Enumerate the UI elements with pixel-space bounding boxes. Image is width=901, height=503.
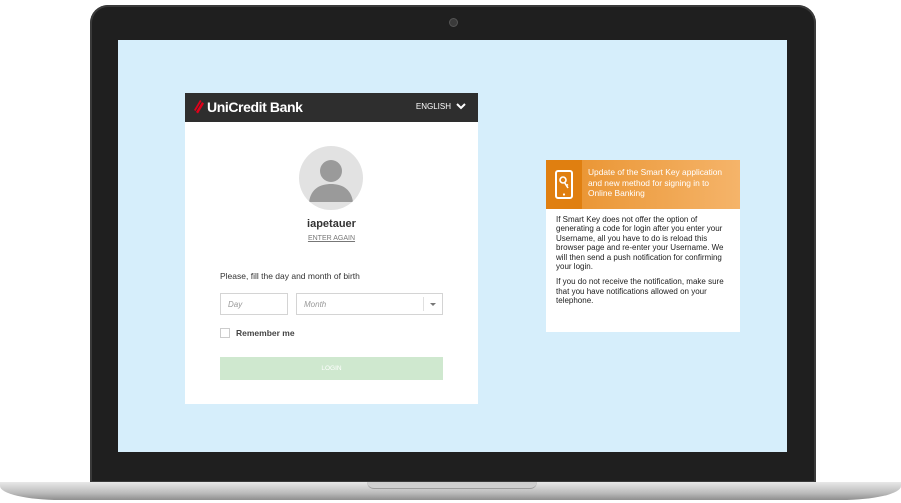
info-card: Update of the Smart Key application and …	[546, 160, 740, 332]
smart-key-icon-box	[546, 160, 582, 209]
remember-me[interactable]: Remember me	[220, 328, 295, 338]
user-icon	[309, 160, 353, 202]
select-divider	[423, 297, 424, 311]
month-select[interactable]: Month	[296, 293, 443, 315]
enter-again-link[interactable]: ENTER AGAIN	[185, 235, 478, 242]
login-button[interactable]: LOGIN	[220, 357, 443, 380]
unicredit-logo-icon	[194, 100, 204, 114]
remember-label: Remember me	[236, 328, 295, 338]
info-header: Update of the Smart Key application and …	[546, 160, 740, 209]
caret-down-icon	[430, 303, 436, 306]
remember-checkbox[interactable]	[220, 328, 230, 338]
day-placeholder: Day	[228, 300, 243, 309]
info-title: Update of the Smart Key application and …	[588, 167, 723, 198]
language-label: ENGLISH	[415, 102, 451, 111]
language-selector[interactable]: ENGLISH	[416, 102, 466, 111]
day-input[interactable]: Day	[220, 293, 288, 315]
month-placeholder: Month	[304, 300, 327, 309]
login-panel: UniCredit Bank ENGLISH iapetauer ENTER A…	[185, 93, 478, 404]
brand-logo[interactable]: UniCredit Bank	[194, 99, 303, 115]
laptop-base-notch	[367, 482, 537, 489]
dob-label: Please, fill the day and month of birth	[220, 271, 360, 281]
brand-name: UniCredit Bank	[207, 99, 303, 115]
avatar	[299, 146, 363, 210]
info-paragraph-1: If Smart Key does not offer the option o…	[556, 215, 724, 272]
panel-header: UniCredit Bank ENGLISH	[185, 93, 478, 122]
info-paragraph-2: If you do not receive the notification, …	[556, 277, 724, 306]
smartphone-key-icon	[555, 170, 573, 199]
info-body: If Smart Key does not offer the option o…	[556, 215, 734, 312]
chevron-down-icon	[456, 103, 466, 110]
camera-icon	[449, 18, 458, 27]
username: iapetauer	[307, 218, 356, 230]
